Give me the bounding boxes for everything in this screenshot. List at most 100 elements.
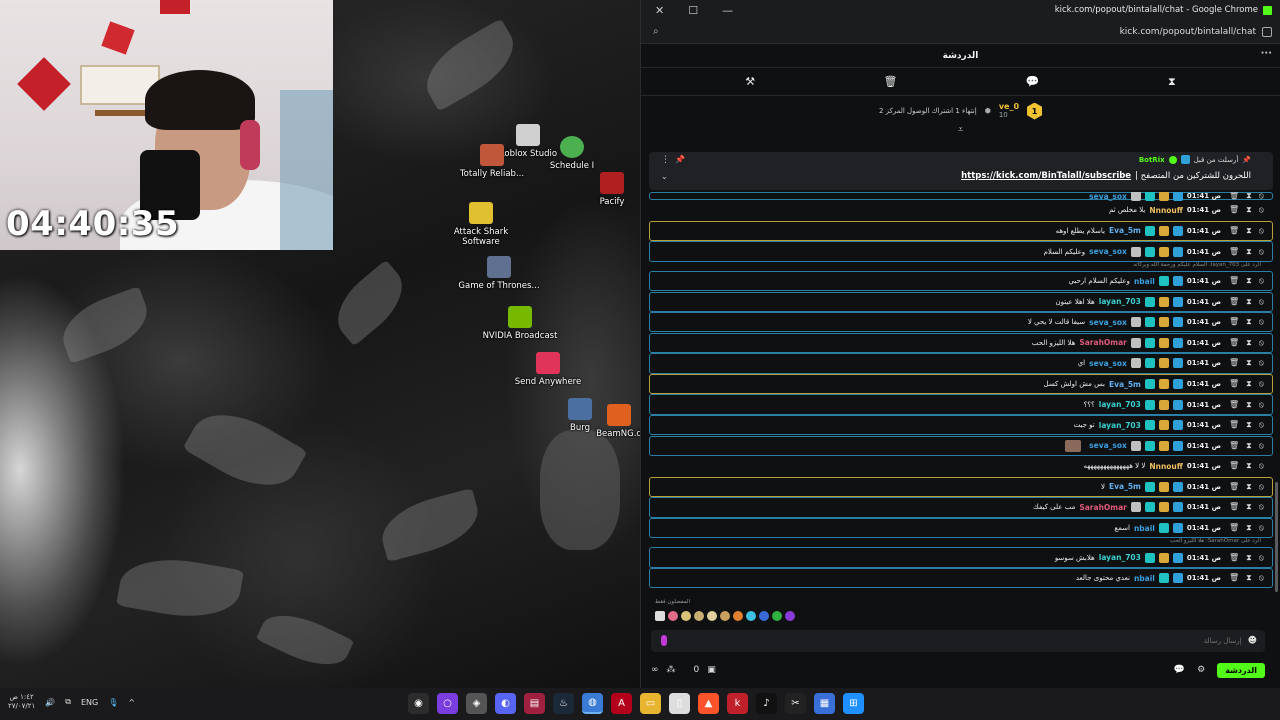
message-username[interactable]: SarahOmar [1079,503,1127,512]
timeout-icon[interactable]: ⧗ [1246,358,1252,368]
ban-icon[interactable]: ⦸ [1259,420,1264,430]
message-username[interactable]: Nnnouff [1149,206,1183,215]
delete-message-icon[interactable]: 🗑 [1229,192,1239,201]
collapse-chevron-icon[interactable]: ⌄ [661,172,668,181]
taskbar-app-winrar-icon[interactable]: ▤ [524,693,545,714]
timeout-icon[interactable]: ⧗ [1246,573,1252,583]
ban-icon[interactable]: ⦸ [1259,297,1264,307]
timeout-icon[interactable]: ⧗ [1246,400,1252,410]
delete-message-icon[interactable]: 🗑 [1229,502,1239,512]
users-icon[interactable]: ⁂ [667,665,676,675]
timeout-icon[interactable]: ⧗ [1246,247,1252,257]
timeout-icon[interactable]: ⧗ [1246,523,1252,533]
emote-icon[interactable] [681,611,691,621]
microphone-tray-icon[interactable]: 🎙 [108,698,118,707]
timeout-icon[interactable]: ⧗ [1246,441,1252,451]
chat-message[interactable]: 🗑 ⧗ ⦸ 01:41 ص nbail وعليكم السلام ارحبي [649,270,1273,292]
ban-icon[interactable]: ⦸ [1259,358,1264,368]
address-bar[interactable]: ⌕ kick.com/popout/bintalall/chat [641,20,1280,44]
url-text[interactable]: kick.com/popout/bintalall/chat [1120,27,1256,37]
maximize-window-button[interactable]: ☐ [688,4,698,17]
message-username[interactable]: seva_sox [1089,318,1127,327]
taskbar-app-store-icon[interactable]: ▦ [814,693,835,714]
taskbar-app-discord-icon[interactable]: ◐ [495,693,516,714]
ban-icon[interactable]: ⦸ [1259,317,1264,327]
emote-icon[interactable] [759,611,769,621]
timeout-icon[interactable]: ⧗ [1246,420,1252,430]
message-username[interactable]: nbail [1134,277,1155,286]
timeout-icon[interactable]: ⧗ [1246,205,1252,215]
message-username[interactable]: Eva_5m [1109,380,1141,389]
microphone-icon[interactable] [661,635,667,646]
timeout-icon[interactable]: ⧗ [1246,338,1252,348]
display-icon[interactable]: ⧉ [65,697,71,707]
chat-bubble-icon[interactable]: 💬 [1026,75,1040,88]
delete-message-icon[interactable]: 🗑 [1229,420,1239,430]
emote-icon[interactable] [707,611,717,621]
show-hidden-icons-chevron-icon[interactable]: ^ [128,698,135,707]
emote-icon[interactable] [655,611,665,621]
settings-gear-icon[interactable]: ⚙ [1197,665,1205,675]
message-username[interactable]: layan_703 [1099,553,1141,562]
ban-icon[interactable]: ⦸ [1259,400,1264,410]
chat-message-input[interactable] [701,637,1242,645]
ban-icon[interactable]: ⦸ [1259,379,1264,389]
delete-message-icon[interactable]: 🗑 [1229,461,1239,471]
pinned-link[interactable]: https://kick.com/BinTalall/subscribe [961,171,1131,181]
message-username[interactable]: seva_sox [1089,359,1127,368]
desktop-icon-totally-reliable[interactable]: Totally Reliab... [449,144,535,179]
timeout-icon[interactable]: ⧗ [1246,317,1252,327]
chat-message[interactable]: 🗑 ⧗ ⦸ 01:41 ص seva_sox اي [649,353,1273,374]
desktop-icon-pacify[interactable]: Pacify [569,172,640,207]
taskbar-app-explorer-icon[interactable]: ▭ [640,693,661,714]
send-chat-button[interactable]: الدردشة [1217,662,1265,678]
ban-icon[interactable]: ⦸ [1259,461,1264,471]
delete-message-icon[interactable]: 🗑 [1229,205,1239,215]
taskbar-app-steam-icon[interactable]: ♨ [553,693,574,714]
desktop-icon-game-of-thrones[interactable]: Game of Thrones... [456,256,542,291]
message-username[interactable]: layan_703 [1099,297,1141,306]
desktop-icon-nvidia-broadcast[interactable]: NVIDIA Broadcast [477,306,563,341]
taskbar-app-adobe-icon[interactable]: A [611,693,632,714]
taskbar-app-obs-icon[interactable]: ◉ [408,693,429,714]
delete-message-icon[interactable]: 🗑 [1229,523,1239,533]
delete-message-icon[interactable]: 🗑 [1229,226,1239,236]
chat-message[interactable]: 🗑 ⧗ ⦸ 01:41 ص seva_sox [649,435,1273,456]
chat-message[interactable]: 🗑 ⧗ ⦸ 01:41 ص layan_703 هلابش سوسو [649,547,1273,568]
chat-message[interactable]: 🗑 ⧗ ⦸ 01:41 ص SarahOmar مب على كيفك [649,497,1273,518]
chat-message[interactable]: 🗑 ⧗ ⦸ 01:41 ص layan_703 ؟؟؟ [649,394,1273,415]
taskbar-app-start-icon[interactable]: ⊞ [843,693,864,714]
chat-message[interactable]: 🗑 ⧗ ⦸ 01:41 ص Eva_5m ياسلام يطلع اوهه [649,220,1273,242]
pin-icon[interactable]: 📌 [675,155,685,164]
delete-message-icon[interactable]: 🗑 [1229,553,1239,563]
hourglass-icon[interactable]: ⧗ [1168,75,1176,89]
zoom-icon[interactable]: ⌕ [653,26,659,37]
chat-message[interactable]: 🗑 ⧗ ⦸ 01:41 ص seva_sox [649,192,1273,201]
chat-message[interactable]: 🗑 ⧗ ⦸ 01:41 ص Eva_5m بس مش اولش كسل [649,373,1273,395]
message-username[interactable]: seva_sox [1089,192,1127,201]
timeout-icon[interactable]: ⧗ [1246,297,1252,307]
ban-icon[interactable]: ⦸ [1259,338,1264,348]
ban-icon[interactable]: ⦸ [1259,192,1264,201]
emote-icon[interactable] [733,611,743,621]
delete-message-icon[interactable]: 🗑 [1229,247,1239,257]
pinned-menu-icon[interactable]: ⋮ [661,155,670,165]
taskbar-clock[interactable]: ١:٤٢ ص ٢٧/٠٧/٢١ [8,693,35,711]
message-username[interactable]: layan_703 [1099,421,1141,430]
message-username[interactable]: seva_sox [1089,247,1127,256]
chat-message[interactable]: 🗑 ⧗ ⦸ 01:41 ص seva_sox سيفا قالت لا يحي لا [649,312,1273,333]
chat-message[interactable]: 🗑 ⧗ ⦸ 01:41 ص layan_703 هلا اهلا عيتون [649,291,1273,312]
expand-chevron-icon[interactable]: ⩡ [641,126,1280,136]
taskbar-app-capcut-icon[interactable]: ✂ [785,693,806,714]
chat-bubble-small-icon[interactable]: 💬 [1174,665,1185,675]
chat-message[interactable]: 🗑 ⧗ ⦸ 01:41 ص Nnnouff يلا مخلص ثم [649,200,1273,220]
chat-scrollbar[interactable] [1275,482,1278,592]
chat-message[interactable]: 🗑 ⧗ ⦸ 01:41 ص nbail نعدي محتوى جالعد [649,568,1273,589]
chat-message[interactable]: 🗑 ⧗ ⦸ 01:41 ص seva_sox وعليكم السلام [649,241,1273,262]
ban-icon[interactable]: ⦸ [1259,502,1264,512]
volume-icon[interactable]: 🔊 [45,698,55,707]
timeout-icon[interactable]: ⧗ [1246,226,1252,236]
taskbar-app-chrome-icon[interactable]: ◍ [582,693,603,714]
timeout-icon[interactable]: ⧗ [1246,276,1252,286]
desktop-icon-send-anywhere[interactable]: Send Anywhere [505,352,591,387]
